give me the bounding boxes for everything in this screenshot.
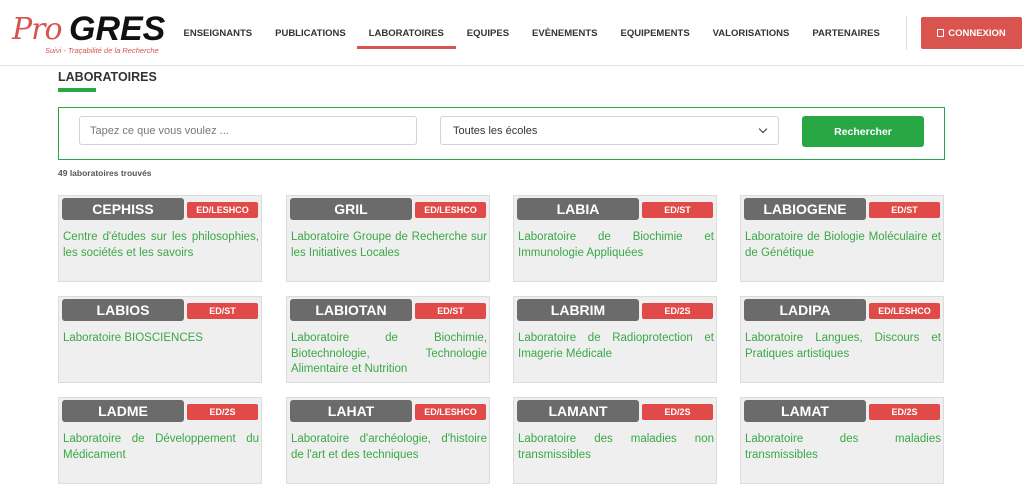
school-badge: ED/LESHCO	[415, 202, 486, 218]
lab-card[interactable]: LADIPA ED/LESHCO Laboratoire Langues, Di…	[740, 296, 944, 383]
chevron-down-icon	[758, 124, 768, 133]
lab-acronym: LAMAT	[744, 400, 866, 422]
lab-name: Laboratoire BIOSCIENCES	[63, 332, 203, 344]
lab-acronym: LABRIM	[517, 299, 639, 321]
school-badge: ED/LESHCO	[869, 303, 940, 319]
nav-item-publications[interactable]: PUBLICATIONS	[275, 0, 346, 66]
nav-item-valorisations[interactable]: VALORISATIONS	[713, 0, 790, 66]
lab-acronym: GRIL	[290, 198, 412, 220]
school-select[interactable]: Toutes les écoles	[440, 116, 779, 145]
lab-card[interactable]: LABRIM ED/2S Laboratoire de Radioprotect…	[513, 296, 717, 383]
lab-acronym: LAMANT	[517, 400, 639, 422]
lab-acronym: LABIOTAN	[290, 299, 412, 321]
lab-card[interactable]: LADME ED/2S Laboratoire de Développement…	[58, 397, 262, 484]
school-select-value: Toutes les écoles	[453, 124, 538, 137]
lab-name: Laboratoire de Biochimie et Immunologie …	[518, 231, 714, 259]
school-badge: ED/2S	[869, 404, 940, 420]
result-count: 49 laboratoires trouvés	[58, 168, 152, 178]
school-badge: ED/2S	[642, 404, 713, 420]
main-nav: ENSEIGNANTS PUBLICATIONS LABORATOIRES EQ…	[172, 0, 891, 66]
lab-name: Laboratoire Langues, Discours et Pratiqu…	[745, 332, 941, 360]
lab-card[interactable]: GRIL ED/LESHCO Laboratoire Groupe de Rec…	[286, 195, 490, 282]
school-badge: ED/ST	[642, 202, 713, 218]
lab-acronym: CEPHISS	[62, 198, 184, 220]
school-badge: ED/LESHCO	[187, 202, 258, 218]
lab-card[interactable]: LAMANT ED/2S Laboratoire des maladies no…	[513, 397, 717, 484]
progres-logo[interactable]: Pro GRES Suivi - Traçabilité de la Reche…	[10, 8, 170, 58]
school-badge: ED/LESHCO	[415, 404, 486, 420]
lab-name: Laboratoire d'archéologie, d'histoire de…	[291, 433, 487, 461]
lab-card[interactable]: LABIA ED/ST Laboratoire de Biochimie et …	[513, 195, 717, 282]
lab-name: Laboratoire des maladies transmissibles	[745, 433, 941, 461]
lab-acronym: LAHAT	[290, 400, 412, 422]
nav-item-equipes[interactable]: EQUIPES	[467, 0, 509, 66]
lab-name: Laboratoire de Biochimie, Biotechnologie…	[291, 332, 487, 375]
lab-name: Laboratoire de Biologie Moléculaire et d…	[745, 231, 941, 259]
lab-acronym: LABIOGENE	[744, 198, 866, 220]
lab-acronym: LABIA	[517, 198, 639, 220]
lab-acronym: LABIOS	[62, 299, 184, 321]
logo-pro-text: Pro	[12, 12, 63, 47]
title-underline	[58, 88, 96, 92]
lab-card[interactable]: LAMAT ED/2S Laboratoire des maladies tra…	[740, 397, 944, 484]
logo-tagline: Suivi - Traçabilité de la Recherche	[45, 46, 159, 55]
lab-card[interactable]: LABIOGENE ED/ST Laboratoire de Biologie …	[740, 195, 944, 282]
lab-acronym: LADIPA	[744, 299, 866, 321]
lab-acronym: LADME	[62, 400, 184, 422]
lab-name: Laboratoire Groupe de Recherche sur les …	[291, 231, 487, 259]
lab-card[interactable]: LAHAT ED/LESHCO Laboratoire d'archéologi…	[286, 397, 490, 484]
lab-card[interactable]: CEPHISS ED/LESHCO Centre d'études sur le…	[58, 195, 262, 282]
nav-item-equipements[interactable]: EQUIPEMENTS	[621, 0, 690, 66]
lab-name: Centre d'études sur les philosophies, le…	[63, 231, 259, 259]
logo-gres-text: GRES	[69, 10, 166, 48]
search-button[interactable]: Rechercher	[802, 116, 924, 147]
lab-name: Laboratoire des maladies non transmissib…	[518, 433, 714, 461]
lab-name: Laboratoire de Développement du Médicame…	[63, 433, 259, 461]
school-badge: ED/ST	[187, 303, 258, 319]
page-title: LABORATOIRES	[58, 70, 157, 84]
search-input[interactable]	[79, 116, 417, 145]
school-badge: ED/ST	[869, 202, 940, 218]
search-panel: Toutes les écoles Rechercher	[58, 107, 945, 160]
login-icon	[937, 29, 945, 37]
login-button-label: CONNEXION	[948, 27, 1006, 39]
nav-item-enseignants[interactable]: ENSEIGNANTS	[184, 0, 253, 66]
nav-item-partenaires[interactable]: PARTENAIRES	[812, 0, 879, 66]
nav-item-evenements[interactable]: EVÈNEMENTS	[532, 0, 597, 66]
school-badge: ED/2S	[642, 303, 713, 319]
site-header: Pro GRES Suivi - Traçabilité de la Reche…	[0, 0, 1024, 66]
login-button[interactable]: CONNEXION	[921, 17, 1022, 49]
lab-name: Laboratoire de Radioprotection et Imager…	[518, 332, 714, 360]
school-badge: ED/ST	[415, 303, 486, 319]
school-badge: ED/2S	[187, 404, 258, 420]
nav-item-laboratoires[interactable]: LABORATOIRES	[356, 0, 456, 66]
header-divider	[906, 16, 907, 50]
lab-card[interactable]: LABIOTAN ED/ST Laboratoire de Biochimie,…	[286, 296, 490, 383]
lab-card[interactable]: LABIOS ED/ST Laboratoire BIOSCIENCES	[58, 296, 262, 383]
